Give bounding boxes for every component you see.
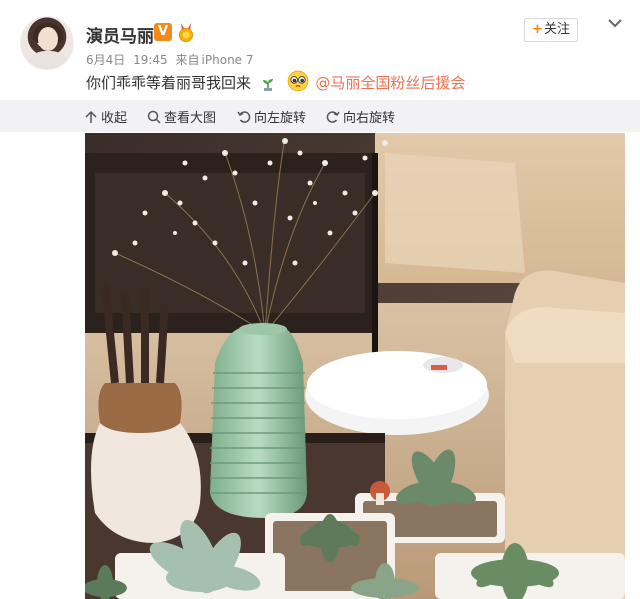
rotate-right-button[interactable]: 向右旋转 [326,107,395,126]
weibo-post: 演员马丽 V 6月4日 19:45 来自 iPhone 7 +关注 你们乖乖等着丽… [0,0,640,599]
medal-icon[interactable] [176,22,196,42]
username[interactable]: 演员马丽 [86,22,154,47]
small-plant-emoji-icon [262,79,273,91]
collapse-label: 收起 [101,111,128,126]
post-photo[interactable] [85,133,625,599]
post-time[interactable]: 19:45 [133,53,168,67]
image-toolbar: 收起 查看大图 向左旋转 向右旋转 [0,100,640,132]
post-source: iPhone 7 [201,53,254,67]
source-prefix: 来自 [175,53,200,67]
zoom-icon [147,110,161,124]
follow-label: 关注 [543,22,570,37]
view-large-button[interactable]: 查看大图 [147,107,216,126]
rotate-left-label: 向左旋转 [254,111,307,126]
pleading-face-emoji-icon [287,70,308,92]
rotate-right-icon [326,111,340,123]
photo-vase-succulents-robot-vacuum [85,133,625,599]
follow-plus: + [532,22,543,37]
collapse-icon [85,110,97,123]
mention-link[interactable]: @马丽全国粉丝后援会 [315,74,465,92]
rotate-left-icon [237,111,251,123]
follow-button[interactable]: +关注 [524,18,578,42]
avatar[interactable] [20,16,74,70]
chevron-down-icon[interactable] [606,16,624,30]
post-text: 你们乖乖等着丽哥我回来 @马丽全国粉丝后援会 [86,70,465,93]
rotate-left-button[interactable]: 向左旋转 [237,107,306,126]
rotate-right-label: 向右旋转 [343,111,396,126]
zoom-label: 查看大图 [164,111,217,126]
post-body: 你们乖乖等着丽哥我回来 [86,74,252,92]
collapse-button[interactable]: 收起 [84,107,127,126]
verified-icon: V [154,23,172,41]
post-meta: 6月4日 19:45 来自 iPhone 7 [86,51,254,68]
post-date[interactable]: 6月4日 [86,53,125,67]
